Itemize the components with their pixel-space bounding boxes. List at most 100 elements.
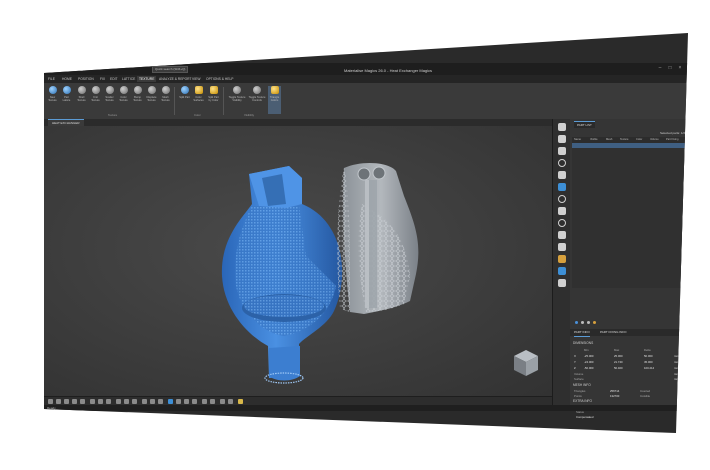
- maximize-icon[interactable]: □: [666, 65, 674, 71]
- redo-icon[interactable]: [79, 67, 83, 71]
- view-top-icon[interactable]: [98, 399, 103, 404]
- gray-lattice-part[interactable]: [337, 162, 419, 314]
- sphere-icon[interactable]: [558, 195, 566, 203]
- dim-unit: mm: [674, 360, 679, 364]
- bump-texture-button[interactable]: Bump Texture: [131, 86, 144, 114]
- view-side-icon[interactable]: [106, 399, 111, 404]
- tab-options-help[interactable]: OPTIONS & HELP: [204, 76, 235, 82]
- info-icons-row: [573, 319, 685, 326]
- unmark-icon[interactable]: [158, 399, 163, 404]
- pan-icon[interactable]: [64, 399, 69, 404]
- undo-icon[interactable]: [73, 67, 77, 71]
- shape-icon[interactable]: [192, 399, 197, 404]
- shell-texture-button[interactable]: Shell Texture: [75, 86, 88, 114]
- split-by-color-button[interactable]: Split Part by Color: [207, 86, 220, 114]
- info-icon[interactable]: [575, 321, 578, 324]
- section-icon[interactable]: [132, 399, 137, 404]
- quick-search-input[interactable]: Quick search (Shift+Q): [152, 66, 188, 73]
- mesh-info-icon[interactable]: [581, 321, 584, 324]
- shaded-icon[interactable]: [116, 399, 121, 404]
- close-icon[interactable]: ×: [676, 65, 684, 71]
- dim-max: 21.740: [614, 360, 623, 364]
- new-texture-button[interactable]: New Texture: [46, 86, 59, 114]
- surface-icon[interactable]: [558, 207, 566, 215]
- triangle-mode-icon[interactable]: [168, 399, 173, 404]
- highlight-icon[interactable]: [238, 399, 243, 404]
- triangle-colors-button[interactable]: Triangle Colors: [268, 86, 281, 114]
- dim-delta: 45.000: [644, 360, 653, 364]
- mark-icon[interactable]: [150, 399, 155, 404]
- shell-select-icon[interactable]: [558, 183, 566, 191]
- dim-header-delta: Delta: [644, 348, 651, 352]
- knit-texture-button[interactable]: Knit Texture: [89, 86, 102, 114]
- tab-texture[interactable]: TEXTURE: [137, 76, 157, 82]
- tab-position[interactable]: POSITION: [76, 76, 96, 82]
- tab-part-fixing-info[interactable]: PART FIXING INFO: [600, 329, 627, 336]
- wireframe-icon[interactable]: [124, 399, 129, 404]
- page-icon[interactable]: [558, 243, 566, 251]
- scatter-texture-button[interactable]: Scatter Texture: [103, 86, 116, 114]
- layers-icon[interactable]: [558, 267, 566, 275]
- brush-icon[interactable]: [558, 135, 566, 143]
- part-lattice-button[interactable]: Part Lattice: [60, 86, 73, 114]
- plane-icon[interactable]: [558, 219, 566, 227]
- shape-icon[interactable]: [220, 399, 225, 404]
- selected-parts-count: Selected parts: 1/2: [659, 131, 685, 135]
- triangle-icon[interactable]: [558, 231, 566, 239]
- tab-analyze-report[interactable]: ANALYZE & REPORT: [157, 76, 194, 82]
- tab-lattice[interactable]: LATTICE: [120, 76, 137, 82]
- shape-icon[interactable]: [184, 399, 189, 404]
- tab-edit[interactable]: EDIT: [108, 76, 120, 82]
- save-icon[interactable]: [67, 67, 71, 71]
- color-texture-button[interactable]: Color Texture: [117, 86, 130, 114]
- zoom-icon[interactable]: [72, 399, 77, 404]
- tab-file[interactable]: FILE: [46, 76, 57, 82]
- eraser-icon[interactable]: [558, 147, 566, 155]
- view-front-icon[interactable]: [90, 399, 95, 404]
- select-icon[interactable]: [48, 399, 53, 404]
- stats-icon[interactable]: [587, 321, 590, 324]
- toggle-texture-controls-button[interactable]: Toggle Texture Controls: [248, 86, 266, 114]
- rotate-icon[interactable]: [56, 399, 61, 404]
- displace-texture-button[interactable]: Displace Texture: [145, 86, 158, 114]
- group-icon[interactable]: [558, 255, 566, 263]
- settings-icon[interactable]: [558, 279, 566, 287]
- open-file-icon[interactable]: [61, 67, 65, 71]
- tab-fix[interactable]: FIX: [98, 76, 107, 82]
- extra-info-title: EXTRA INFO: [573, 399, 592, 403]
- tab-part-info[interactable]: PART INFO: [574, 329, 590, 337]
- dim-axis: Y: [574, 360, 576, 364]
- pyramid-icon[interactable]: [176, 399, 181, 404]
- mesh-texture-button[interactable]: Mesh Texture: [159, 86, 172, 114]
- view-cube-icon[interactable]: [514, 350, 538, 376]
- 3d-viewport[interactable]: [44, 126, 552, 396]
- tab-home[interactable]: HOME: [60, 76, 74, 82]
- part-list[interactable]: [572, 148, 686, 288]
- minimize-icon[interactable]: –: [656, 65, 664, 71]
- zoom-fit-icon[interactable]: [80, 399, 85, 404]
- blue-textured-part[interactable]: [221, 166, 343, 384]
- inverted-label: Inverted: [640, 389, 651, 393]
- measure-icon[interactable]: [142, 399, 147, 404]
- status-label: Status: [576, 410, 584, 414]
- split-part-button[interactable]: Split Part: [178, 86, 191, 114]
- dim-axis: Z: [574, 366, 576, 370]
- triangle-colors-icon: [270, 86, 279, 94]
- group-label-texture: Texture: [108, 113, 118, 117]
- controls-icon: [253, 86, 261, 94]
- circle-select-icon[interactable]: [558, 159, 566, 167]
- shape-icon[interactable]: [210, 399, 215, 404]
- document-tabs: HEAT EXCHANGER: [44, 119, 552, 127]
- points-label: Points: [574, 394, 582, 398]
- color-info-icon[interactable]: [593, 321, 596, 324]
- tab-view[interactable]: VIEW: [190, 76, 202, 82]
- toggle-texture-visibility-button[interactable]: Toggle Texture Visibility: [228, 86, 246, 114]
- new-file-icon[interactable]: [55, 67, 59, 71]
- color-surfaces-button[interactable]: Color Surfaces: [192, 86, 205, 114]
- dim-header-min: Min: [584, 348, 589, 352]
- cube-icon[interactable]: [558, 171, 566, 179]
- tab-part-list[interactable]: PART LIST: [574, 121, 595, 128]
- shape-icon[interactable]: [202, 399, 207, 404]
- shape-icon[interactable]: [228, 399, 233, 404]
- wand-icon[interactable]: [558, 123, 566, 131]
